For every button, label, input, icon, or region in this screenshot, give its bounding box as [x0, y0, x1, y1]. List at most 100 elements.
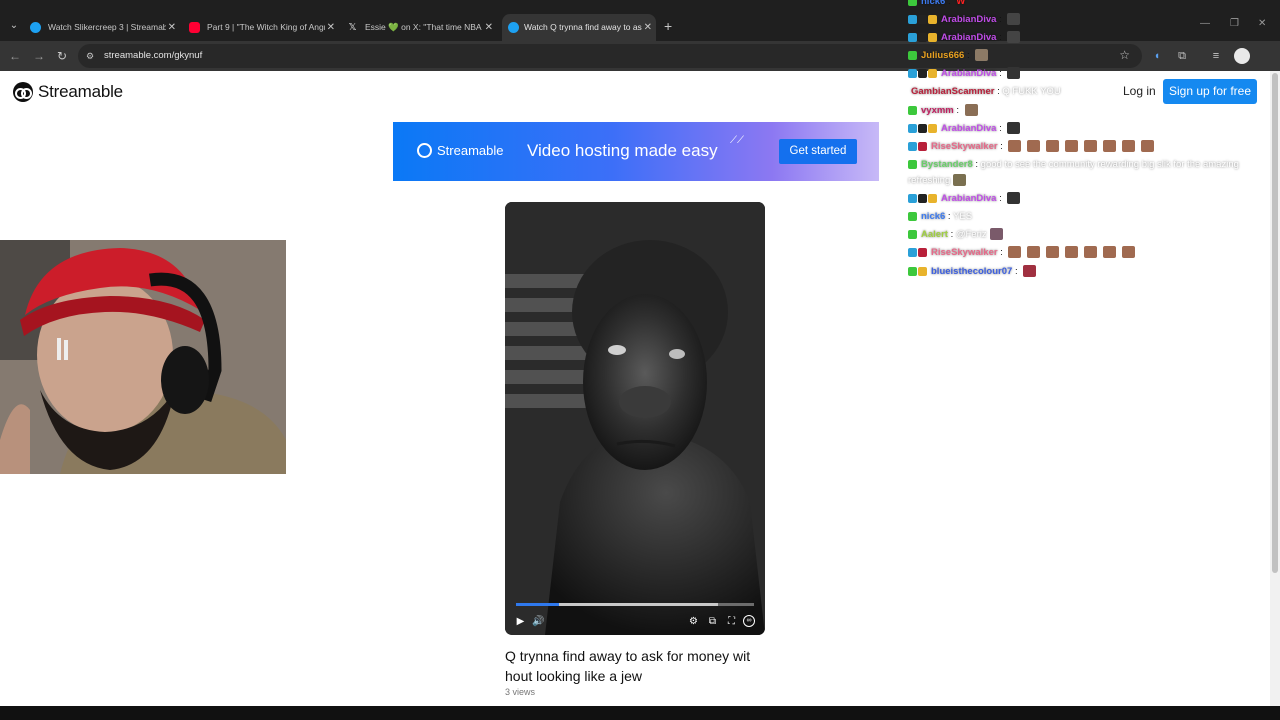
streamable-favicon-icon	[508, 22, 519, 33]
browser-tab-0[interactable]: Watch Slikercreep 3 | Streamable ✕	[30, 14, 180, 41]
fullscreen-icon[interactable]: ⛶	[725, 615, 738, 628]
chat-username[interactable]: ArabianDiva	[941, 68, 996, 79]
chat-message: GambianScammer : Q FUKK YOU	[908, 84, 1061, 100]
close-tab-icon[interactable]: ✕	[168, 14, 176, 41]
chat-badge-icon	[908, 68, 917, 78]
chat-emote-icon	[1084, 140, 1098, 153]
chat-badge-icon	[918, 141, 927, 151]
chat-message: ArabianDiva :	[908, 30, 1021, 46]
chat-badge-icon	[908, 105, 917, 115]
screen: ⌄ Watch Slikercreep 3 | Streamable ✕ Par…	[0, 0, 1280, 720]
extensions-puzzle-icon[interactable]: ⧉	[1175, 49, 1189, 63]
back-arrow-icon[interactable]: ←	[9, 48, 21, 64]
close-tab-icon[interactable]: ✕	[644, 14, 652, 41]
chat-username[interactable]: ArabianDiva	[941, 32, 996, 43]
reload-icon[interactable]: ↻	[57, 48, 67, 64]
progress-played	[516, 603, 559, 606]
taskbar-strip	[0, 706, 1280, 720]
chat-badge-icon	[908, 247, 917, 257]
chat-badge-icon	[908, 123, 917, 133]
extension-sound-icon[interactable]: ◖	[1150, 49, 1164, 63]
chat-emote-icon	[1065, 246, 1079, 259]
close-tab-icon[interactable]: ✕	[485, 14, 493, 41]
chat-message: RiseSkywalker :	[908, 139, 1155, 155]
promo-banner[interactable]: Streamable Video hosting made easy ⟋⟋ Ge…	[393, 122, 879, 181]
scrollbar-thumb[interactable]	[1272, 73, 1278, 573]
streamable-favicon-icon	[30, 22, 41, 33]
chat-separator: :	[997, 141, 1006, 152]
chat-message: nick6 : W	[908, 0, 965, 10]
chat-message: blueisthecolour07 :	[908, 264, 1037, 280]
chat-username[interactable]: Julius666	[921, 50, 964, 61]
chat-message: nick6 : YES	[908, 209, 972, 225]
chat-username[interactable]: vyxmm	[921, 105, 954, 116]
chat-badge-icon	[918, 266, 927, 276]
chat-emote-icon	[953, 174, 967, 187]
chat-username[interactable]: nick6	[921, 0, 945, 7]
signup-button[interactable]: Sign up for free	[1163, 79, 1257, 104]
site-info-icon[interactable]: ⚙	[86, 49, 100, 63]
chat-message: Aalert : @Feriz	[908, 227, 1003, 243]
chat-username[interactable]: blueisthecolour07	[931, 266, 1012, 277]
chat-badge-icon	[918, 14, 927, 24]
video-progress-bar[interactable]	[516, 603, 754, 606]
chat-message: ArabianDiva :	[908, 191, 1021, 207]
chat-badge-icon	[918, 32, 927, 42]
chat-username[interactable]: Bystander8	[921, 159, 973, 170]
webcam-overlay	[0, 240, 286, 474]
chat-message: RiseSkywalker :	[908, 245, 1136, 261]
close-tab-icon[interactable]: ✕	[327, 14, 335, 41]
chat-emote-icon	[1008, 246, 1022, 259]
chat-message: ArabianDiva :	[908, 66, 1021, 82]
profile-avatar-icon[interactable]	[1234, 48, 1250, 64]
streamable-logo[interactable]: Streamable	[13, 81, 123, 103]
browser-tab-2[interactable]: 𝕏 Essie 💚 on X: "That time NBA Youngboy"…	[347, 14, 497, 41]
browser-tab-strip: ⌄ Watch Slikercreep 3 | Streamable ✕ Par…	[0, 0, 1280, 41]
chat-separator: :	[945, 211, 954, 222]
tab-title: Watch Q trynna find away to ask for mone…	[524, 22, 642, 32]
chat-message: refreshing	[908, 173, 967, 189]
chat-username[interactable]: ArabianDiva	[941, 14, 996, 25]
new-tab-button[interactable]: +	[664, 18, 672, 34]
get-started-button[interactable]: Get started	[779, 139, 857, 164]
chat-badge-icon	[908, 14, 917, 24]
tab-search-icon[interactable]: ⌄	[6, 18, 22, 34]
chat-emote-icon	[1065, 140, 1079, 153]
tab-title: Essie 💚 on X: "That time NBA Youngboy"	[365, 22, 483, 32]
browser-tab-3-active[interactable]: Watch Q trynna find away to ask for mone…	[502, 14, 656, 41]
tab-title: Part 9 | "The Witch King of Angmar"	[207, 22, 325, 32]
chat-username[interactable]: Aalert	[921, 229, 948, 240]
chat-message: ArabianDiva :	[908, 121, 1021, 137]
page-scrollbar[interactable]	[1270, 71, 1280, 706]
url-text[interactable]: streamable.com/gkynuf	[104, 44, 202, 68]
side-panel-icon[interactable]: ≡	[1209, 49, 1223, 63]
maximize-icon[interactable]: ❐	[1230, 18, 1239, 29]
chat-username[interactable]: nick6	[921, 211, 945, 222]
volume-icon[interactable]: 🔊	[532, 615, 545, 628]
browser-tab-1[interactable]: Part 9 | "The Witch King of Angmar" ✕	[189, 14, 339, 41]
chat-username[interactable]: RiseSkywalker	[931, 141, 998, 152]
window-close-icon[interactable]: ✕	[1258, 18, 1266, 29]
chat-emote-icon	[975, 49, 989, 62]
bookmark-star-icon[interactable]: ☆	[1119, 48, 1130, 62]
chat-username[interactable]: GambianScammer	[911, 86, 994, 97]
chat-username[interactable]: ArabianDiva	[941, 123, 996, 134]
minimize-icon[interactable]: —	[1200, 18, 1210, 29]
chat-message: Bystander8 : good to see the community r…	[908, 157, 1239, 173]
brand-name: Streamable	[38, 82, 123, 101]
play-icon[interactable]: ▶	[514, 615, 527, 628]
forward-arrow-icon[interactable]: →	[33, 48, 45, 64]
login-link[interactable]: Log in	[1123, 84, 1156, 98]
video-player[interactable]: ▶ 🔊 ⚙ ⧉ ⛶ ∞	[505, 202, 765, 635]
streamable-watermark-icon[interactable]: ∞	[743, 615, 755, 627]
chat-separator: :	[996, 68, 1005, 79]
chat-badge-icon	[928, 123, 937, 133]
picture-in-picture-icon[interactable]: ⧉	[706, 615, 719, 628]
settings-gear-icon[interactable]: ⚙	[687, 615, 700, 628]
chat-username[interactable]: RiseSkywalker	[931, 247, 998, 258]
chat-badge-icon	[928, 14, 937, 24]
chat-username[interactable]: ArabianDiva	[941, 193, 996, 204]
chat-badge-icon	[908, 50, 917, 60]
video-title: Q trynna find away to ask for money wit …	[505, 648, 751, 684]
chat-text: refreshing	[908, 175, 951, 186]
